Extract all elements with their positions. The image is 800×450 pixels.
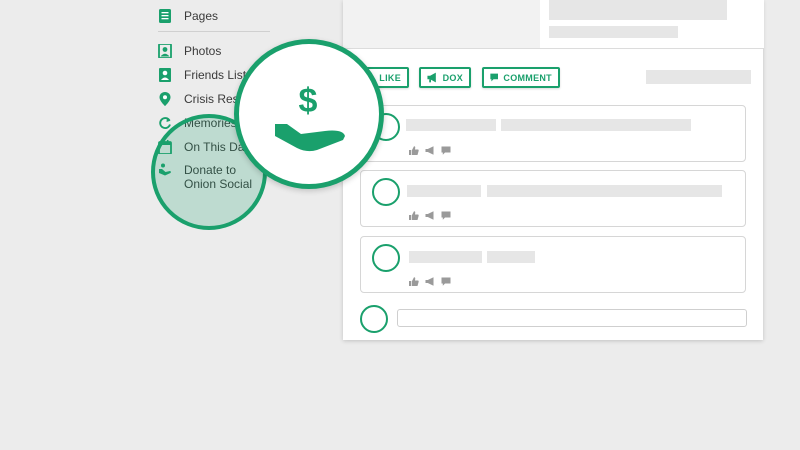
thumbs-up-icon[interactable] [409,207,419,220]
sidebar-divider [158,31,270,32]
dollar-sign: $ [299,82,318,120]
dox-button[interactable]: DOX [419,67,471,88]
avatar [372,178,400,206]
sidebar-item-label: Friends List [184,68,247,82]
comment-reactions [409,273,451,286]
megaphone-icon[interactable] [425,142,435,155]
placeholder-line [646,70,751,84]
placeholder-line [406,119,496,131]
card-divider [343,48,763,49]
comment-bubble-icon [490,73,499,82]
comment-button[interactable]: COMMENT [482,67,560,88]
avatar [360,305,388,333]
dox-label: DOX [442,72,463,83]
avatar [372,244,400,272]
comment-bubble-icon[interactable] [441,142,451,155]
placeholder-line [487,251,535,263]
comment-item [360,105,746,162]
magnifier-circle: $ [234,39,384,189]
sidebar-item-label: Pages [184,9,219,23]
megaphone-icon[interactable] [425,273,435,286]
comment-item [360,236,746,293]
comment-reactions [409,142,451,155]
placeholder-line [501,119,691,131]
placeholder-line [487,185,722,197]
placeholder-line [549,8,727,20]
like-label: LIKE [379,72,401,83]
post-header [540,0,764,48]
comment-bubble-icon[interactable] [441,207,451,220]
sidebar-item-friends-list[interactable]: Friends List [158,68,246,82]
thumbs-up-icon[interactable] [409,273,419,286]
sidebar-item-pages[interactable]: Pages [158,9,218,23]
placeholder-line [407,185,481,197]
photos-icon [158,44,172,58]
reply-input[interactable] [397,309,747,327]
sidebar-item-photos[interactable]: Photos [158,44,221,58]
location-pin-icon [159,92,171,106]
donate-hand-dollar-icon: $ [275,82,345,152]
friends-list-icon [159,68,171,82]
placeholder-line [549,26,678,38]
comment-bubble-icon[interactable] [441,273,451,286]
placeholder-line [409,251,482,263]
sidebar-item-label: Photos [184,44,222,58]
comment-label: COMMENT [503,72,552,83]
placeholder-line [549,0,727,8]
comment-reactions [409,207,451,220]
megaphone-icon [427,72,436,83]
thumbs-up-icon[interactable] [409,142,419,155]
comment-item [360,170,746,227]
pages-icon [159,9,171,23]
megaphone-icon[interactable] [425,207,435,220]
sidebar-item-crisis-response[interactable]: Crisis Resp [158,92,245,106]
